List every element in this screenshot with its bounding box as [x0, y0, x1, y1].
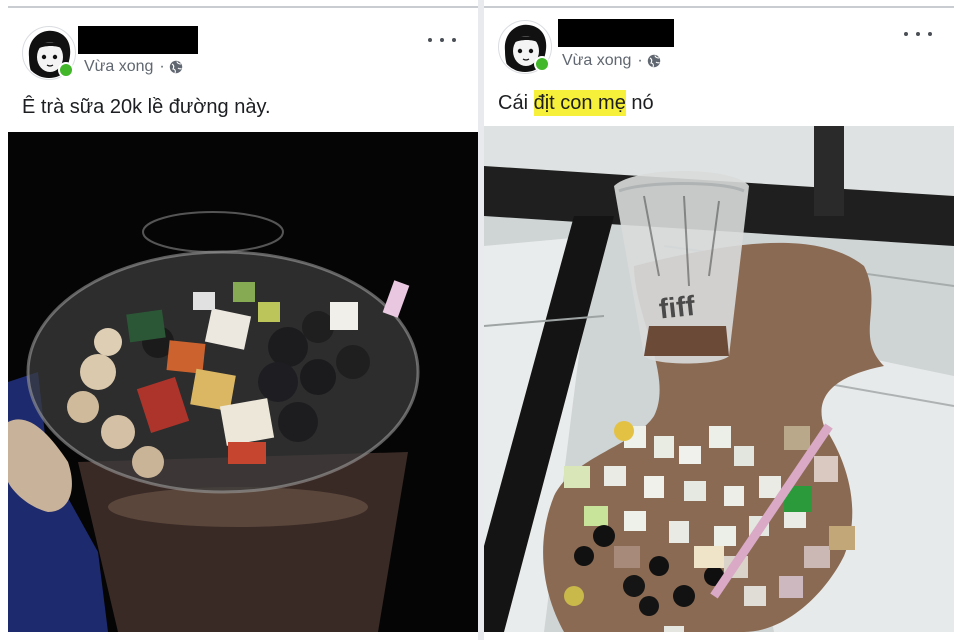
post-meta: Vừa xong · [84, 58, 183, 76]
caption-text-before: Cái [498, 92, 534, 114]
redacted-name-bar [78, 26, 198, 54]
post-caption: Cái địt con mẹ nó [498, 90, 654, 116]
collage: Vừa xong · Ê trà sữa 20k lề đường này. V… [0, 0, 960, 640]
more-options-icon[interactable] [428, 30, 456, 50]
avatar[interactable] [22, 26, 76, 80]
milk-tea-cup-photo [8, 132, 478, 632]
top-divider [8, 6, 478, 8]
globe-icon [169, 60, 183, 74]
svg-text:fiff: fiff [658, 290, 697, 325]
more-options-icon[interactable] [904, 24, 932, 44]
top-divider [484, 6, 954, 8]
redacted-name-bar [558, 19, 674, 47]
meta-separator: · [159, 58, 165, 75]
post-caption: Ê trà sữa 20k lề đường này. [22, 96, 271, 118]
meta-separator: · [637, 52, 643, 69]
post-photo[interactable] [8, 132, 478, 632]
avatar[interactable] [498, 20, 552, 74]
caption-text-after: nó [625, 92, 654, 114]
facebook-post-right: Vừa xong · Cái địt con mẹ nó fiff [484, 0, 960, 640]
post-photo[interactable]: fiff [484, 126, 954, 632]
online-status-dot [58, 62, 74, 78]
facebook-post-left: Vừa xong · Ê trà sữa 20k lề đường này. [0, 0, 478, 640]
caption-highlighted-text: địt con mẹ [533, 90, 626, 116]
spilled-milk-tea-photo: fiff [484, 126, 954, 632]
post-meta: Vừa xong · [562, 52, 661, 70]
timestamp[interactable]: Vừa xong [84, 58, 153, 76]
globe-icon [647, 54, 661, 68]
timestamp[interactable]: Vừa xong [562, 52, 631, 70]
online-status-dot [534, 56, 550, 72]
